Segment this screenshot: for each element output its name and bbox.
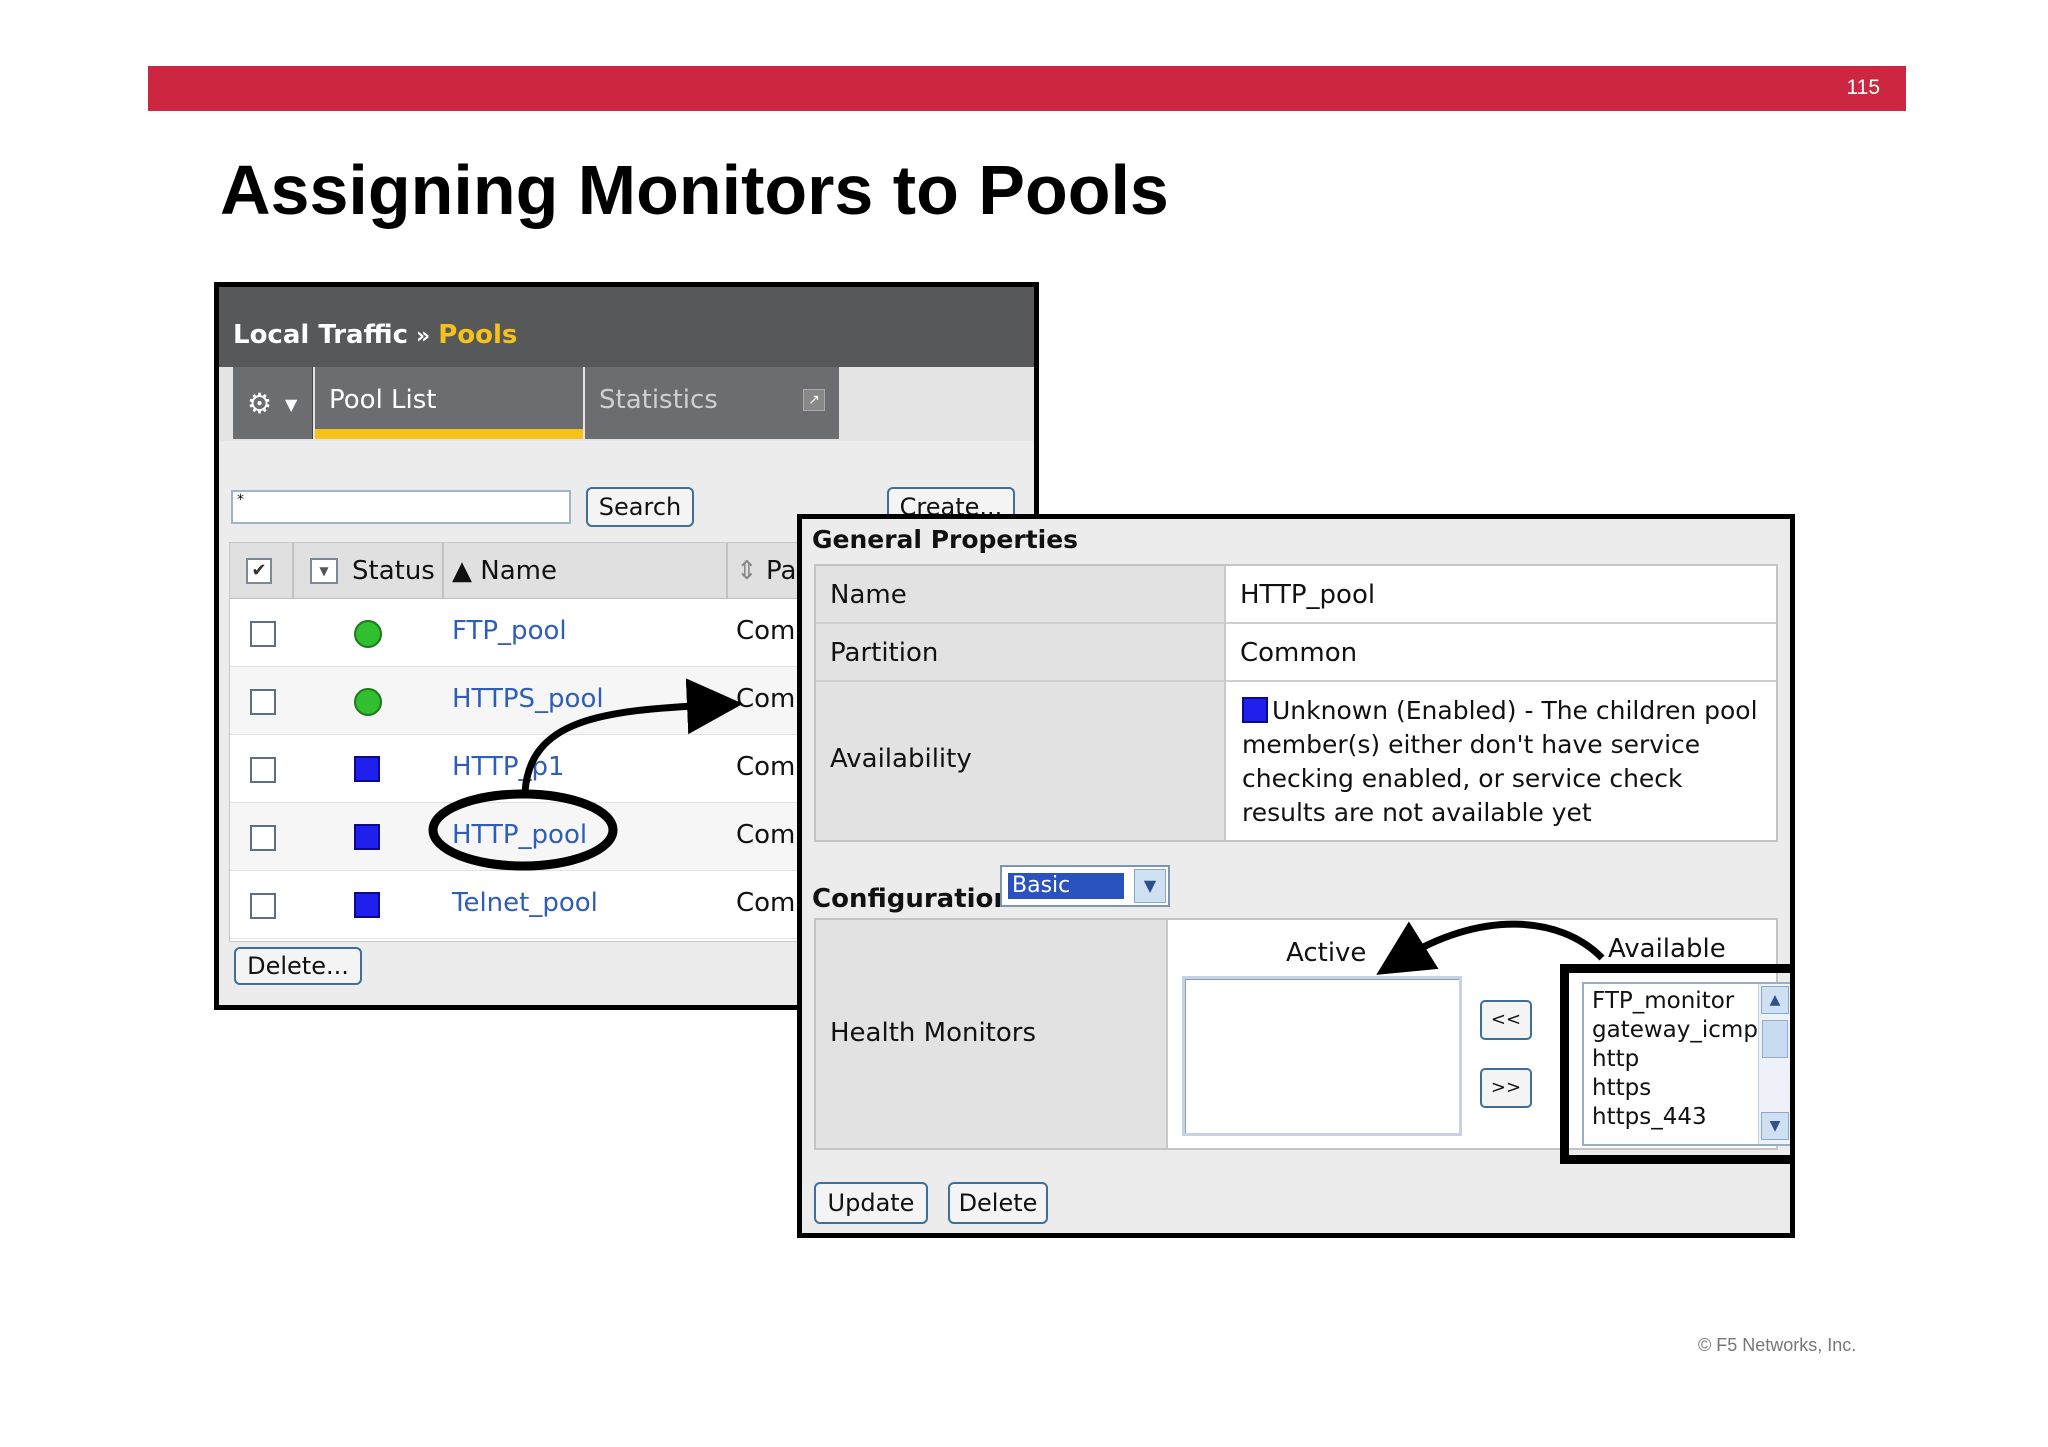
- status-filter-dropdown[interactable]: ▼: [310, 558, 338, 584]
- status-unknown-icon: [1242, 697, 1268, 723]
- property-label: Availability: [816, 682, 1226, 840]
- column-divider: [726, 543, 728, 599]
- status-unknown-icon: [354, 892, 380, 918]
- sort-icon: ⇕: [736, 556, 758, 586]
- name-value: HTTP_pool: [1240, 580, 1376, 610]
- pool-name-link[interactable]: HTTP_pool: [452, 820, 587, 850]
- pool-name-link[interactable]: FTP_pool: [452, 616, 567, 646]
- available-monitors-heading: Available: [1608, 934, 1726, 964]
- property-row-partition: Partition Common: [816, 624, 1776, 682]
- property-row-name: Name HTTP_pool: [816, 566, 1776, 624]
- external-link-icon[interactable]: ↗: [803, 389, 825, 411]
- copyright-notice: © F5 Networks, Inc.: [1698, 1335, 1857, 1355]
- panel-header: Local Traffic » Pools: [219, 287, 1034, 367]
- row-checkbox[interactable]: [250, 757, 276, 783]
- row-checkbox[interactable]: [250, 689, 276, 715]
- column-header-partition[interactable]: Pa: [766, 556, 796, 586]
- active-monitors-list[interactable]: [1182, 976, 1462, 1136]
- row-checkbox[interactable]: [250, 825, 276, 851]
- column-divider: [442, 543, 444, 599]
- status-unknown-icon: [354, 756, 380, 782]
- tab-statistics-label: Statistics: [599, 385, 718, 415]
- chevron-down-icon: ▼: [285, 395, 298, 414]
- tab-active-indicator: [315, 429, 583, 439]
- column-header-status[interactable]: Status: [352, 556, 435, 586]
- status-available-icon: [354, 688, 382, 716]
- pool-properties-panel: General Properties Name HTTP_pool Partit…: [797, 514, 1795, 1238]
- tab-bar: ⚙ ▼ Pool List Statistics ↗: [219, 367, 1034, 441]
- property-row-availability: Availability Unknown (Enabled) - The chi…: [816, 682, 1776, 840]
- delete-button[interactable]: Delete: [948, 1182, 1048, 1224]
- configuration-label: Configuration:: [812, 884, 1023, 914]
- general-properties-title: General Properties: [812, 525, 1079, 554]
- tab-pool-list[interactable]: Pool List: [315, 367, 583, 439]
- property-label: Partition: [816, 624, 1226, 680]
- select-all-checkbox[interactable]: ✔: [246, 558, 272, 584]
- configuration-select[interactable]: Basic ▼: [1000, 865, 1170, 907]
- pool-name-link[interactable]: Telnet_pool: [452, 888, 598, 918]
- row-checkbox[interactable]: [250, 893, 276, 919]
- tab-pool-list-label: Pool List: [329, 385, 437, 415]
- breadcrumb-local-traffic[interactable]: Local Traffic: [233, 320, 408, 350]
- name-label: Name: [830, 580, 907, 610]
- pool-name-link[interactable]: HTTPS_pool: [452, 684, 604, 714]
- slide-header-bar: 115: [148, 66, 1906, 111]
- availability-text: Unknown (Enabled) - The children pool me…: [1242, 696, 1758, 827]
- general-properties-table: Name HTTP_pool Partition Common Availabi…: [814, 564, 1778, 842]
- tab-gear-menu[interactable]: ⚙ ▼: [233, 367, 313, 439]
- list-item[interactable]: FTP_monitor: [1592, 988, 1734, 1014]
- search-input[interactable]: *: [231, 490, 571, 524]
- gear-icon: ⚙: [247, 387, 273, 420]
- health-monitors-table: Health Monitors Active << >> Available F…: [814, 918, 1790, 1164]
- partition-label: Partition: [830, 638, 939, 668]
- health-monitors-label: Health Monitors: [830, 1018, 1037, 1048]
- status-unknown-icon: [354, 824, 380, 850]
- property-label: Name: [816, 566, 1226, 622]
- list-item[interactable]: https: [1592, 1075, 1651, 1101]
- status-available-icon: [354, 620, 382, 648]
- breadcrumb-pools[interactable]: Pools: [438, 320, 517, 350]
- list-item[interactable]: http: [1592, 1046, 1639, 1072]
- column-divider: [292, 543, 294, 599]
- list-item[interactable]: https_443: [1592, 1104, 1707, 1130]
- pool-name-link[interactable]: HTTP_p1: [452, 752, 565, 782]
- list-item[interactable]: gateway_icmp: [1592, 1017, 1758, 1043]
- column-header-name[interactable]: ▲ Name: [452, 556, 557, 586]
- availability-value: Unknown (Enabled) - The children pool me…: [1242, 694, 1772, 830]
- active-monitors-heading: Active: [1286, 938, 1367, 968]
- chevron-down-icon[interactable]: ▼: [1134, 869, 1166, 903]
- update-button[interactable]: Update: [814, 1182, 928, 1224]
- search-button[interactable]: Search: [586, 487, 694, 527]
- property-label: Health Monitors: [816, 920, 1168, 1148]
- row-checkbox[interactable]: [250, 621, 276, 647]
- breadcrumb-separator: »: [416, 324, 431, 349]
- list-scrollbar[interactable]: ▲ ▼: [1758, 984, 1790, 1144]
- tab-statistics[interactable]: Statistics ↗: [585, 367, 839, 439]
- partition-value: Common: [1240, 638, 1358, 668]
- move-to-available-button[interactable]: >>: [1480, 1068, 1532, 1108]
- configuration-selected-value: Basic: [1007, 872, 1125, 900]
- scroll-thumb[interactable]: [1762, 1020, 1788, 1058]
- scroll-down-icon[interactable]: ▼: [1761, 1112, 1789, 1140]
- move-to-active-button[interactable]: <<: [1480, 1000, 1532, 1040]
- scroll-up-icon[interactable]: ▲: [1761, 986, 1789, 1014]
- breadcrumb: Local Traffic » Pools: [233, 320, 517, 350]
- available-monitors-list[interactable]: FTP_monitor gateway_icmp http https http…: [1582, 982, 1790, 1146]
- delete-pools-button[interactable]: Delete...: [234, 947, 362, 985]
- availability-label: Availability: [830, 744, 972, 774]
- slide-title: Assigning Monitors to Pools: [220, 151, 1169, 229]
- page-number: 115: [1846, 76, 1880, 99]
